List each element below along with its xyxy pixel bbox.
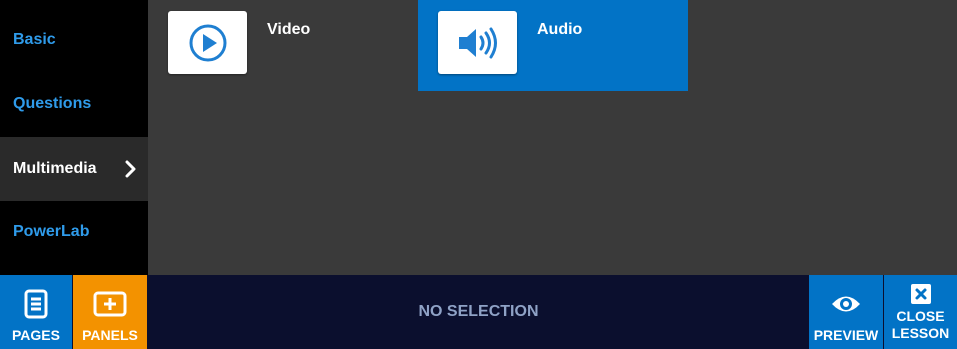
close-label-line1: CLOSE <box>896 308 945 324</box>
add-panel-icon <box>93 287 127 321</box>
app-root: Basic Questions Multimedia PowerLab Vide… <box>0 0 957 349</box>
tile-icon-box <box>168 11 247 74</box>
tile-label: Video <box>267 21 311 38</box>
sidebar-item-label: PowerLab <box>13 223 90 240</box>
sidebar-item-label: Basic <box>13 31 56 48</box>
pages-button[interactable]: PAGES <box>0 275 72 349</box>
close-icon <box>910 283 931 305</box>
sidebar-item-basic[interactable]: Basic <box>0 8 148 72</box>
play-circle-icon <box>189 24 226 61</box>
sidebar-item-label: Multimedia <box>13 160 97 177</box>
preview-label: PREVIEW <box>813 327 879 343</box>
sidebar-item-questions[interactable]: Questions <box>0 72 148 136</box>
sidebar-item-label: Questions <box>13 95 92 112</box>
selection-status: NO SELECTION <box>418 303 539 320</box>
bottom-toolbar: PAGES PANELS NO SELECTION PREVIEW CLOSE … <box>0 275 957 349</box>
sidebar-item-multimedia[interactable]: Multimedia <box>0 137 148 201</box>
tile-audio[interactable]: Audio <box>418 0 688 91</box>
sidebar-item-powerlab[interactable]: PowerLab <box>0 200 148 264</box>
panel-grid: Video Audio <box>148 0 957 275</box>
pages-label: PAGES <box>12 327 60 343</box>
panels-label: PANELS <box>82 327 138 343</box>
eye-icon <box>830 287 862 321</box>
close-label-line2: LESSON <box>891 325 950 341</box>
preview-button[interactable]: PREVIEW <box>809 275 883 349</box>
speaker-icon <box>458 27 497 58</box>
tile-icon-box <box>438 11 517 74</box>
sidebar: Basic Questions Multimedia PowerLab <box>0 0 148 275</box>
close-lesson-button[interactable]: CLOSE LESSON <box>884 275 957 349</box>
tile-label: Audio <box>537 21 583 38</box>
pages-icon <box>24 287 48 321</box>
panels-button[interactable]: PANELS <box>73 275 147 349</box>
tile-video[interactable]: Video <box>148 0 418 91</box>
chevron-right-icon <box>125 160 136 178</box>
